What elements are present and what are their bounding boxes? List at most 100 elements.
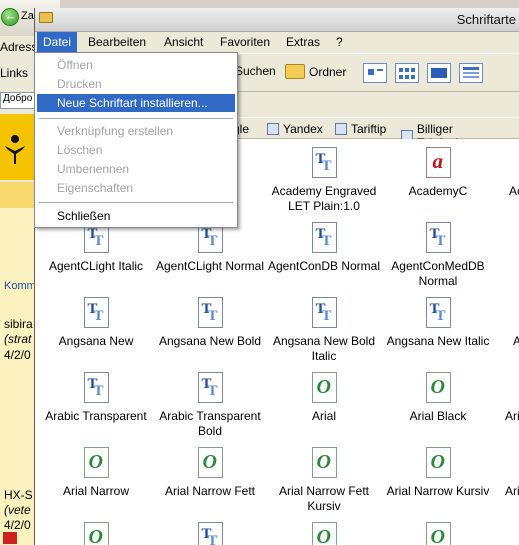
site-logo [0,114,34,180]
opentype-font-icon [83,522,109,545]
font-label-fragment[interactable]: Ac [509,184,519,198]
font-item[interactable] [39,522,153,545]
font-item[interactable] [267,522,381,545]
font-label: AgentCLight Italic [48,259,144,273]
entry-meta: (strat [4,332,32,346]
background-title-fragment: Za [21,10,34,22]
link-item[interactable]: Yandex [267,122,323,136]
font-label: Arial Narrow [62,484,129,498]
window-titlebar[interactable]: Schriftarte [35,8,519,32]
font-item[interactable]: Arial [267,372,381,424]
back-arrow-icon[interactable] [1,8,19,26]
font-label: Angsana New Italic [386,334,490,348]
font-item[interactable]: AgentCLight Normal [153,222,267,274]
truetype-font-icon [311,222,337,253]
font-item[interactable]: Academy Engraved LET Plain:1.0 [267,147,381,214]
truetype-font-icon [197,297,223,328]
font-item[interactable]: Angsana New [39,297,153,349]
menu-item-rename[interactable]: Umbenennen [37,160,235,178]
font-item[interactable]: Angsana New Bold Italic [267,297,381,364]
opentype-font-icon [197,447,223,478]
menu-item-print[interactable]: Drucken [37,75,235,93]
font-label-fragment[interactable]: Ari [505,484,519,498]
menu-favoriten[interactable]: Favoriten [220,35,270,49]
truetype-font-icon [197,522,223,545]
font-item[interactable]: Angsana New Italic [381,297,495,349]
menu-item-properties[interactable]: Eigenschaften [37,179,235,197]
font-item[interactable]: AgentConDB Normal [267,222,381,274]
link-item[interactable]: Tariftip [335,122,386,136]
sidebar-link-fragment[interactable]: Komm [4,280,36,292]
font-item[interactable] [153,522,267,545]
font-label-fragment[interactable]: Ari [505,409,519,423]
similarity-view-icon[interactable] [427,63,451,83]
truetype-font-icon [311,147,337,178]
entry-name[interactable]: HX-S [4,488,33,502]
menu-bar: Datei Bearbeiten Ansicht Favoriten Extra… [35,32,519,53]
details-view-icon[interactable] [459,63,483,83]
font-item[interactable]: AcademyC [381,147,495,199]
truetype-font-icon [83,297,109,328]
folders-icon [285,64,305,79]
menu-item-delete[interactable]: Löschen [37,141,235,159]
font-label-fragment[interactable]: A [513,334,519,348]
font-item[interactable]: Arial Black [381,372,495,424]
folders-button-label: Ordner [309,64,347,79]
large-icons-view-icon[interactable] [363,63,387,83]
font-item[interactable]: Angsana New Bold [153,297,267,349]
menu-separator [39,118,233,119]
person-logo-icon [5,135,25,164]
entry-name[interactable]: sibira [4,317,33,331]
font-label: Angsana New [58,334,134,348]
font-item[interactable]: Arial Narrow Kursiv [381,447,495,499]
entry-meta: (vete [4,503,31,517]
menu-item-install-font[interactable]: Neue Schriftart installieren... [37,94,235,112]
link-label: Tariftip [351,122,387,136]
search-button-label: Suchen [235,64,276,78]
menu-bearbeiten[interactable]: Bearbeiten [88,35,146,49]
font-label: Arabic Transparent [45,409,147,423]
font-label: Arial Narrow Fett Kursiv [278,484,370,513]
folders-button[interactable]: Ordner [285,64,346,79]
menu-ansicht[interactable]: Ansicht [164,35,203,49]
list-view-icon[interactable] [395,63,419,83]
search-button[interactable]: Suchen [235,64,276,78]
opentype-font-icon [83,447,109,478]
font-item[interactable]: AgentCLight Italic [39,222,153,274]
link-page-icon [267,123,279,135]
font-item[interactable]: Arial Narrow [39,447,153,499]
type1-font-icon [425,147,451,178]
font-item[interactable]: AgentConMedDB Normal [381,222,495,289]
font-item[interactable]: Arial Narrow Fett [153,447,267,499]
font-item[interactable]: Arabic Transparent [39,372,153,424]
window-title: Schriftarte [456,12,516,27]
menu-datei[interactable]: Datei [37,32,78,53]
font-label: Arabic Transparent Bold [159,409,261,438]
menu-item-close[interactable]: Schließen [37,207,235,225]
menu-extras[interactable]: Extras [286,35,320,49]
font-item[interactable] [381,522,495,545]
opentype-font-icon [425,372,451,403]
links-label-fragment: Links [0,66,29,80]
font-item[interactable]: Arial Narrow Fett Kursiv [267,447,381,514]
opentype-font-icon [311,522,337,545]
opentype-font-icon [425,522,451,545]
font-label: Academy Engraved LET Plain:1.0 [271,184,377,213]
opentype-font-icon [311,372,337,403]
font-label: AgentConDB Normal [267,259,381,273]
datei-dropdown-menu: Öffnen Drucken Neue Schriftart installie… [34,52,238,228]
font-label: Angsana New Bold Italic [272,334,376,363]
font-label: AgentCLight Normal [155,259,265,273]
font-label: AcademyC [408,184,468,198]
menu-help[interactable]: ? [336,35,343,49]
truetype-font-icon [311,297,337,328]
font-item[interactable]: Arabic Transparent Bold [153,372,267,439]
truetype-font-icon [197,372,223,403]
font-label: Arial Narrow Kursiv [386,484,490,498]
menu-item-open[interactable]: Öffnen [37,56,235,74]
menu-item-create-shortcut[interactable]: Verknüpfung erstellen [37,122,235,140]
link-label: Yandex [283,122,323,136]
font-label: Arial [311,409,336,423]
font-label: Arial Black [409,409,467,423]
folder-icon [39,12,53,23]
